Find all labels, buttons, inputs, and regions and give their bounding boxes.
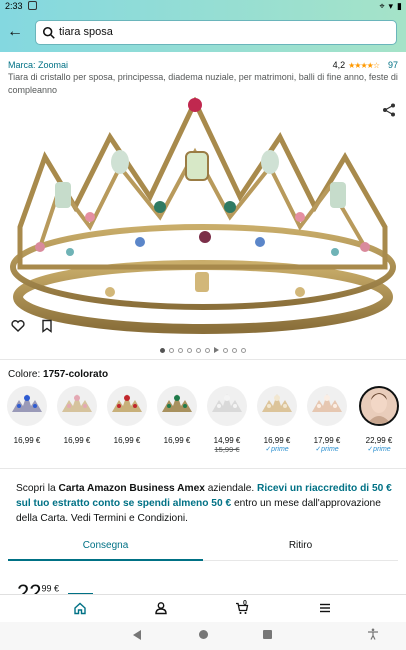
carousel-dot[interactable] (232, 347, 237, 353)
rating-value: 4,2 (332, 60, 346, 70)
tab-pickup[interactable]: Ritiro (203, 535, 398, 559)
review-count[interactable]: 97 (388, 60, 398, 70)
brand-link[interactable]: Marca: Zoomai (8, 60, 68, 70)
amex-promo[interactable]: Scopri la Carta Amazon Business Amex azi… (16, 481, 396, 526)
swatch-price: 16,99 € (63, 436, 91, 445)
swatch-old-price: 15,99 € (214, 445, 240, 454)
product-image[interactable] (0, 96, 406, 344)
rating-summary[interactable]: 4,2 ★★★★☆ 97 (333, 60, 398, 70)
promo-text: Scopri la (16, 483, 59, 494)
swatch-thumbnail (57, 386, 97, 426)
swatch-price: 16,99 € (13, 436, 41, 445)
battery-icon: ▮ (397, 1, 402, 11)
color-label: Colore: 1757-colorato (8, 369, 108, 380)
accessibility-icon[interactable] (367, 628, 379, 640)
status-bar: 2:33 ⌖ ▾ ▮ (0, 0, 406, 14)
back-arrow-icon[interactable]: ← (6, 23, 24, 41)
color-swatch-selected[interactable]: 22,99 € ✓prime (357, 386, 401, 453)
location-icon: ⌖ (379, 1, 385, 11)
carousel-dot[interactable] (196, 347, 201, 353)
color-swatch[interactable]: 16,99 € (105, 386, 149, 445)
search-icon (42, 26, 55, 39)
prime-badge: ✓prime (315, 446, 339, 453)
home-icon[interactable] (73, 601, 87, 615)
notification-icon (28, 1, 37, 10)
color-swatch[interactable]: 16,99 € ✓prime (255, 386, 299, 453)
color-swatch[interactable]: 16,99 € (5, 386, 49, 445)
cart-count-badge: 0 (243, 600, 247, 607)
swatch-thumbnail (307, 386, 347, 426)
swatch-price: 14,99 € (213, 436, 241, 445)
carousel-dot[interactable] (169, 347, 174, 353)
color-swatches: 16,99 € 16,99 € 16,99 € 16,99 € 14,99 € … (0, 386, 406, 458)
carousel-dot[interactable] (178, 347, 183, 353)
system-navigation-bar (0, 622, 406, 650)
carousel-dot[interactable] (205, 347, 210, 353)
star-rating-icon: ★★★★☆ (348, 60, 380, 70)
price-display: 2299 € (17, 580, 59, 594)
swatch-thumbnail (359, 386, 399, 426)
account-icon[interactable] (154, 601, 168, 615)
swatch-price: 16,99 € (113, 436, 141, 445)
promo-text: aziendale. (204, 483, 258, 494)
heart-icon[interactable] (11, 319, 25, 333)
divider (0, 468, 406, 469)
color-swatch[interactable]: 14,99 € 15,99 € (205, 386, 249, 454)
search-input[interactable]: tiara sposa (35, 20, 397, 45)
product-title: Tiara di cristallo per sposa, principess… (8, 72, 398, 95)
tab-delivery[interactable]: Consegna (8, 535, 203, 559)
wifi-icon: ▾ (388, 1, 394, 11)
app-header: 2:33 ⌖ ▾ ▮ ← tiara sposa (0, 0, 406, 52)
video-play-icon[interactable] (214, 347, 219, 353)
prime-badge: ✓prime (265, 446, 289, 453)
swatch-price: 22,99 € (365, 436, 393, 445)
color-swatch[interactable]: 17,99 € ✓prime (305, 386, 349, 453)
swatch-price: 17,99 € (313, 436, 341, 445)
divider (0, 359, 406, 360)
price-cents: 99 € (41, 583, 60, 594)
menu-icon[interactable] (318, 601, 332, 615)
promo-card-name: Carta Amazon Business Amex (58, 483, 205, 494)
search-query: tiara sposa (59, 26, 113, 38)
price-whole: 22 (17, 580, 42, 594)
color-swatch[interactable]: 16,99 € (55, 386, 99, 445)
swatch-price: 16,99 € (163, 436, 191, 445)
tiara-image (10, 96, 396, 334)
system-back-icon[interactable] (133, 630, 141, 640)
status-icons: ⌖ ▾ ▮ (379, 1, 402, 12)
system-recents-icon[interactable] (263, 630, 272, 639)
status-time: 2:33 (5, 1, 23, 11)
system-home-icon[interactable] (199, 630, 208, 639)
swatch-thumbnail (207, 386, 247, 426)
color-swatch[interactable]: 16,99 € (155, 386, 199, 445)
prime-badge: ✓prime (367, 446, 391, 453)
carousel-dot[interactable] (187, 347, 192, 353)
swatch-price: 16,99 € (263, 436, 291, 445)
share-icon[interactable] (382, 103, 396, 117)
bottom-navigation (0, 594, 406, 622)
carousel-dot[interactable] (160, 347, 165, 353)
carousel-dot[interactable] (223, 347, 228, 353)
swatch-thumbnail (157, 386, 197, 426)
swatch-thumbnail (257, 386, 297, 426)
carousel-dot[interactable] (241, 347, 246, 353)
image-carousel-dots[interactable] (0, 345, 406, 355)
color-label-prefix: Colore: (8, 369, 41, 380)
color-selected-value: 1757-colorato (43, 369, 109, 380)
bookmark-icon[interactable] (40, 319, 54, 333)
swatch-thumbnail (7, 386, 47, 426)
swatch-thumbnail (107, 386, 147, 426)
delivery-tabs: Consegna Ritiro (8, 535, 398, 561)
active-tab-indicator (8, 559, 203, 561)
